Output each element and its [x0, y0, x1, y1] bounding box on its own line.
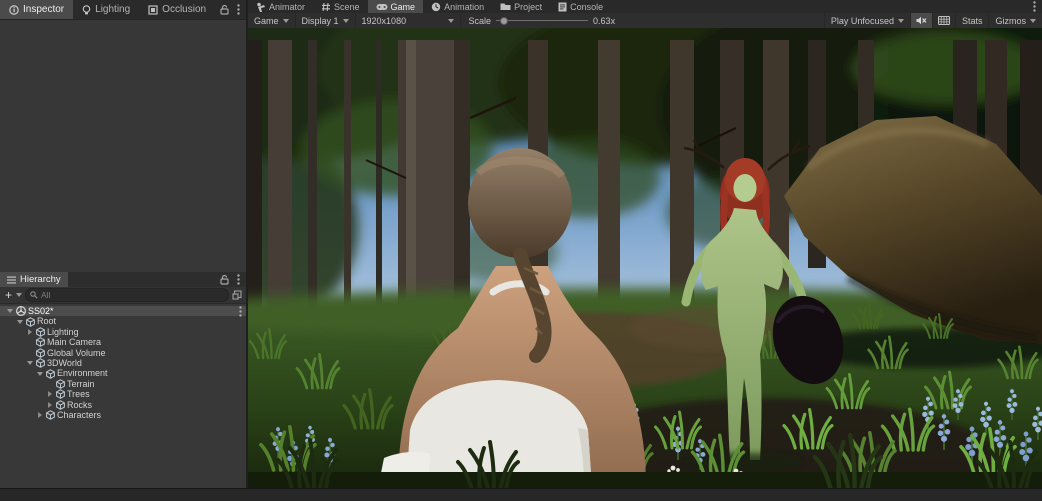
create-dropdown-caret[interactable] [16, 293, 22, 297]
tab-label: Hierarchy [20, 274, 61, 285]
foldout-arrow[interactable] [6, 309, 14, 313]
hierarchy-row[interactable]: 3DWorld [0, 358, 246, 368]
kebab-menu-icon[interactable] [237, 4, 240, 15]
tab-occlusion[interactable]: Occlusion [139, 0, 215, 19]
hierarchy-tree: SS02* Root Lighting Main Camera Global V… [0, 304, 246, 420]
foldout-arrow[interactable] [26, 329, 34, 335]
hierarchy-search-input[interactable] [41, 290, 224, 300]
hierarchy-row[interactable]: Environment [0, 368, 246, 378]
foldout-arrow[interactable] [36, 412, 44, 418]
bulb-icon [82, 5, 91, 15]
kebab-menu-icon[interactable] [1033, 1, 1036, 12]
occlusion-icon [148, 5, 158, 15]
tab-game[interactable]: Game [368, 0, 424, 13]
scale-slider-track[interactable] [496, 20, 588, 21]
gameobject-icon [36, 358, 45, 368]
tab-inspector[interactable]: Inspector [0, 0, 73, 19]
vsync-grid-button[interactable] [932, 13, 955, 28]
scene-asset-icon [16, 306, 26, 316]
hierarchy-tabstrip: Hierarchy [0, 272, 246, 287]
gamepad-icon [376, 3, 388, 11]
foldout-arrow[interactable] [26, 361, 34, 365]
tab-animator[interactable]: Animator [248, 0, 313, 13]
game-view-toolbar: Game Display 1 1920x1080 Scale 0.63x Pla… [248, 13, 1042, 29]
foldout-arrow[interactable] [46, 402, 54, 408]
foldout-arrow[interactable] [36, 372, 44, 376]
animator-icon [256, 2, 266, 12]
hierarchy-row[interactable]: Lighting [0, 327, 246, 337]
tab-scene[interactable]: Scene [313, 0, 368, 13]
inspector-tabstrip: InspectorLightingOcclusion [0, 0, 246, 19]
game-viewport[interactable] [248, 28, 1042, 488]
window-picker-icon[interactable] [232, 290, 242, 300]
inspector-empty-body [0, 19, 246, 273]
hierarchy-row[interactable]: Main Camera [0, 337, 246, 347]
scale-slider-handle[interactable] [500, 17, 508, 25]
gameobject-icon [46, 369, 55, 379]
display-dropdown[interactable]: Display 1 [296, 13, 356, 28]
info-icon [9, 5, 19, 15]
kebab-menu-icon[interactable] [239, 306, 242, 317]
hierarchy-panel: Hierarchy + SS02* Root Lighting Main Cam… [0, 272, 246, 488]
console-icon [558, 2, 567, 12]
lock-icon[interactable] [220, 274, 229, 285]
scene-grid-icon [321, 2, 331, 12]
speaker-muted-icon [916, 16, 927, 25]
hierarchy-row[interactable]: Trees [0, 389, 246, 399]
gameobject-icon [56, 379, 65, 389]
aspect-dropdown[interactable]: Game [248, 13, 296, 28]
gameobject-icon [46, 410, 55, 420]
game-tabstrip: AnimatorSceneGameAnimationProjectConsole [248, 0, 1042, 13]
create-object-button[interactable]: + [4, 290, 13, 300]
scale-value: 0.63x [593, 16, 615, 26]
lock-icon[interactable] [220, 4, 229, 15]
gameobject-icon [56, 389, 65, 399]
gameobject-icon [56, 400, 65, 410]
kebab-menu-icon[interactable] [237, 274, 240, 285]
resolution-dropdown[interactable]: 1920x1080 [356, 13, 461, 28]
hierarchy-row[interactable]: Characters [0, 410, 246, 420]
status-bar [0, 488, 1042, 501]
mute-audio-button[interactable] [910, 13, 932, 28]
tab-console[interactable]: Console [550, 0, 611, 13]
tab-hierarchy[interactable]: Hierarchy [0, 272, 68, 287]
clock-icon [431, 2, 441, 12]
game-render [248, 28, 1042, 488]
gameobject-icon [36, 327, 45, 337]
hierarchy-row[interactable]: Rocks [0, 400, 246, 410]
hierarchy-row[interactable]: Global Volume [0, 348, 246, 358]
foldout-arrow[interactable] [46, 391, 54, 397]
folder-icon [500, 2, 511, 11]
stats-button[interactable]: Stats [955, 13, 989, 28]
tab-lighting[interactable]: Lighting [73, 0, 139, 19]
scale-label: Scale [469, 16, 492, 26]
gameobject-icon [26, 317, 35, 327]
hierarchy-row[interactable]: SS02* [0, 306, 246, 316]
gameobject-icon [36, 348, 45, 358]
tab-animation[interactable]: Animation [423, 0, 492, 13]
scale-slider-group: Scale 0.63x [461, 16, 624, 26]
foldout-arrow[interactable] [16, 320, 24, 324]
gameobject-icon [36, 337, 45, 347]
inspector-panel: InspectorLightingOcclusion [0, 0, 246, 272]
hierarchy-row[interactable]: Root [0, 316, 246, 326]
hamburger-icon [7, 276, 16, 284]
gizmos-dropdown[interactable]: Gizmos [988, 13, 1042, 28]
hierarchy-search [25, 288, 229, 302]
tab-project[interactable]: Project [492, 0, 550, 13]
hierarchy-row[interactable]: Terrain [0, 379, 246, 389]
play-mode-dropdown[interactable]: Play Unfocused [824, 13, 910, 28]
grid-icon [938, 16, 950, 25]
hierarchy-toolbar: + [0, 287, 246, 304]
search-icon [30, 291, 38, 299]
